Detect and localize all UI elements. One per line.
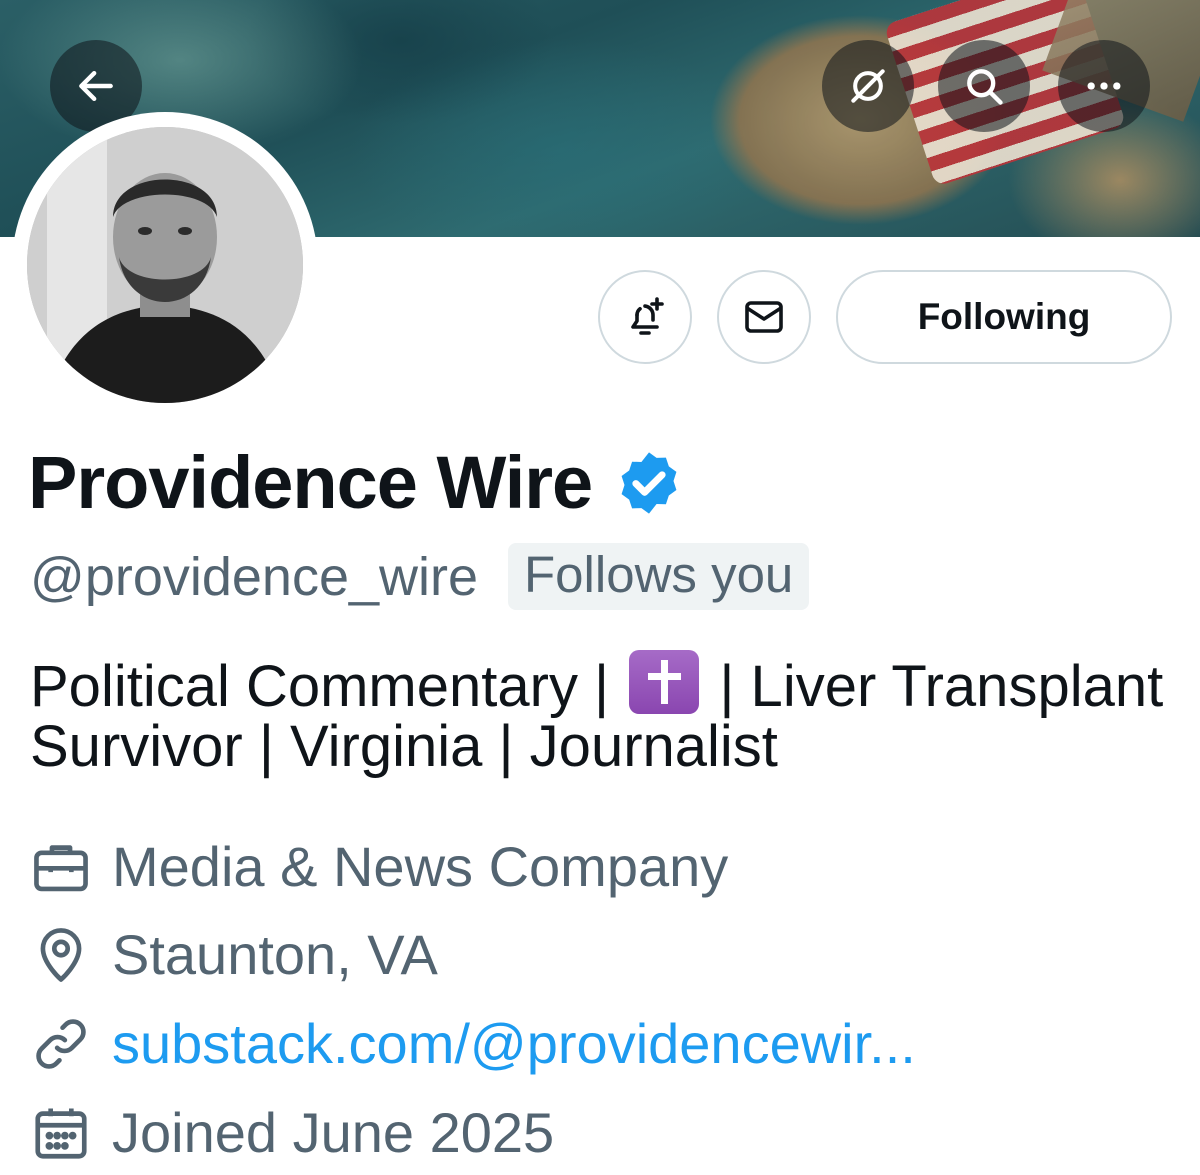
bell-plus-icon bbox=[631, 297, 664, 335]
briefcase-icon bbox=[34, 844, 88, 891]
joined-row: Joined June 2025 bbox=[30, 1100, 554, 1165]
follows-you-badge: Follows you bbox=[508, 543, 810, 610]
display-name: Providence Wire bbox=[28, 440, 684, 525]
website-link[interactable]: substack.com/@providencewir... bbox=[112, 1011, 916, 1076]
calendar-icon bbox=[35, 1107, 87, 1159]
username-handle: @providence_wire bbox=[30, 546, 479, 607]
verified-badge-icon[interactable] bbox=[614, 448, 684, 518]
grok-icon bbox=[851, 69, 885, 103]
grok-button[interactable] bbox=[822, 40, 914, 132]
category-row: Media & News Company bbox=[30, 834, 728, 899]
joined-date-text: Joined June 2025 bbox=[112, 1101, 555, 1164]
arrow-left-icon bbox=[79, 70, 113, 102]
following-button[interactable]: Following bbox=[836, 270, 1172, 364]
website-row: substack.com/@providencewir... bbox=[30, 1011, 916, 1076]
category-text: Media & News Company bbox=[112, 835, 729, 898]
avatar[interactable] bbox=[12, 112, 318, 418]
message-button[interactable] bbox=[717, 270, 811, 364]
following-button-label: Following bbox=[917, 296, 1091, 337]
search-button[interactable] bbox=[938, 40, 1030, 132]
location-text: Staunton, VA bbox=[112, 923, 438, 986]
more-button[interactable] bbox=[1058, 40, 1150, 132]
location-pin-icon bbox=[40, 927, 82, 982]
search-icon bbox=[967, 69, 1003, 105]
display-name-text: Providence Wire bbox=[28, 441, 593, 524]
envelope-icon bbox=[745, 301, 783, 333]
profile-bio: Political Commentary | | Liver Transplan… bbox=[30, 650, 1180, 777]
notifications-button[interactable] bbox=[598, 270, 692, 364]
avatar-photo bbox=[27, 127, 303, 403]
bio-text-part1: Political Commentary | bbox=[30, 654, 610, 719]
handle-row: @providence_wire Follows you bbox=[30, 543, 810, 610]
location-row: Staunton, VA bbox=[30, 922, 438, 987]
latin-cross-emoji bbox=[629, 650, 700, 714]
more-icon bbox=[1087, 82, 1121, 90]
link-icon bbox=[36, 1018, 86, 1069]
